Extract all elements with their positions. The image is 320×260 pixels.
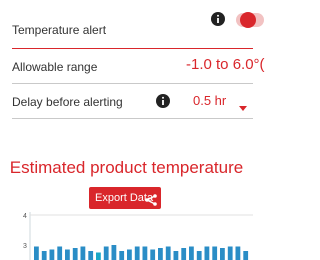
chart-bar bbox=[142, 246, 148, 260]
chart-bar bbox=[119, 251, 125, 260]
chart-bar bbox=[235, 246, 241, 260]
chart-bar bbox=[165, 246, 171, 260]
allowable-range-label: Allowable range bbox=[12, 60, 98, 74]
chart-bar bbox=[181, 248, 187, 260]
y-tick-label: 3 bbox=[23, 243, 27, 250]
chart-bar bbox=[134, 246, 140, 260]
chart-bar bbox=[173, 251, 179, 260]
chart-bar bbox=[34, 246, 39, 260]
chart-bar bbox=[96, 252, 101, 260]
delay-before-alerting-label: Delay before alerting bbox=[12, 95, 123, 109]
delay-select-value[interactable]: 0.5 hr bbox=[193, 93, 226, 108]
divider bbox=[12, 48, 253, 49]
divider bbox=[12, 83, 253, 84]
chevron-down-icon[interactable] bbox=[239, 98, 247, 116]
divider bbox=[12, 118, 253, 119]
chart-bar bbox=[65, 249, 70, 260]
chart-bar bbox=[88, 251, 94, 260]
chart-bar bbox=[103, 246, 109, 260]
export-data-button[interactable]: Export Data bbox=[89, 187, 161, 209]
chart-bar bbox=[220, 248, 225, 260]
chart-bar bbox=[127, 249, 132, 260]
chart-bar bbox=[243, 251, 249, 260]
y-tick-label: 4 bbox=[23, 213, 27, 220]
chart-bar bbox=[57, 246, 63, 260]
chart-title: Estimated product temperature bbox=[9, 158, 244, 177]
chart-bar bbox=[189, 246, 194, 260]
chart-bar bbox=[204, 246, 210, 260]
chart-bar bbox=[227, 246, 233, 260]
chart-bar bbox=[111, 245, 117, 260]
chart-bar bbox=[41, 251, 47, 260]
chart-bar bbox=[49, 249, 55, 260]
allowable-range-value[interactable]: -1.0 to 6.0°( bbox=[186, 56, 265, 73]
chart-bar bbox=[158, 248, 163, 260]
chart-bar bbox=[150, 249, 156, 260]
delay-before-alerting-row: Delay before alerting bbox=[0, 0, 253, 109]
info-icon[interactable] bbox=[156, 94, 170, 113]
chart-bar bbox=[212, 246, 218, 260]
share-icon bbox=[145, 192, 157, 214]
chart-bar bbox=[196, 251, 202, 260]
temperature-bar-chart: 43 bbox=[23, 212, 253, 260]
chart-bar bbox=[72, 248, 78, 260]
chart-bar bbox=[80, 246, 86, 260]
